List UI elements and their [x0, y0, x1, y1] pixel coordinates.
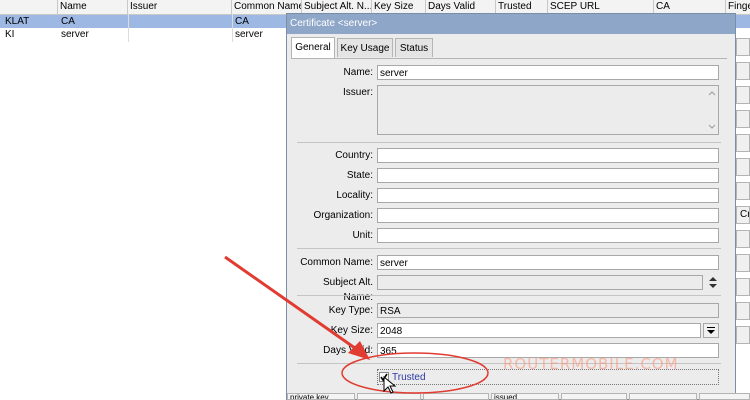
mouse-cursor-icon: [383, 375, 397, 394]
red-arrow-icon: [224, 255, 370, 360]
watermark: ROUTERMOBILE.COM: [503, 355, 679, 373]
highlight-ellipse-icon: [341, 352, 489, 394]
annotation-overlay: [224, 255, 489, 394]
